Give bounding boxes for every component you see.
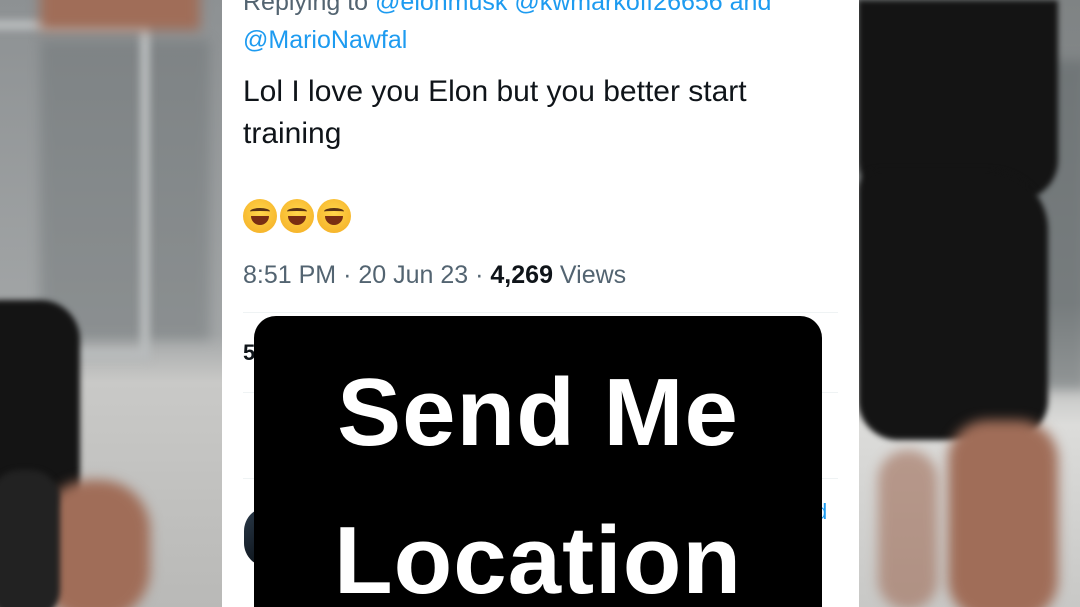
video-frame: Replying to @elonmusk @kwmarkoff26656 an… <box>0 0 1080 607</box>
face-with-tears-of-joy-icon <box>317 199 351 234</box>
mention-links[interactable]: @elonmusk @kwmarkoff26656 and <box>375 0 771 16</box>
emoji-row <box>243 195 354 235</box>
caption-line-1: Send Me <box>337 359 739 466</box>
face-with-tears-of-joy-icon <box>280 199 314 234</box>
background-left <box>0 0 222 607</box>
meta-separator: · <box>475 261 484 289</box>
tweet-time[interactable]: 8:51 PM <box>243 261 336 289</box>
tweet-date[interactable]: 20 Jun 23 <box>358 261 468 289</box>
replying-to-line: Replying to @elonmusk @kwmarkoff26656 an… <box>243 0 771 18</box>
meta-separator: · <box>343 261 352 289</box>
mention-mario[interactable]: @MarioNawfal <box>243 24 407 56</box>
face-with-tears-of-joy-icon <box>243 199 277 234</box>
background-right <box>858 0 1080 607</box>
tweet-text: Lol I love you Elon but you better start… <box>243 75 747 150</box>
divider <box>243 312 838 313</box>
replying-prefix: Replying to <box>243 0 376 16</box>
caption-overlay: Send Me Location <box>254 316 822 607</box>
tweet-metadata: 8:51 PM · 20 Jun 23 · 4,269 Views <box>243 258 626 292</box>
views-label: Views <box>559 261 627 289</box>
caption-line-2: Location <box>334 507 742 607</box>
views-count: 4,269 <box>490 261 553 289</box>
